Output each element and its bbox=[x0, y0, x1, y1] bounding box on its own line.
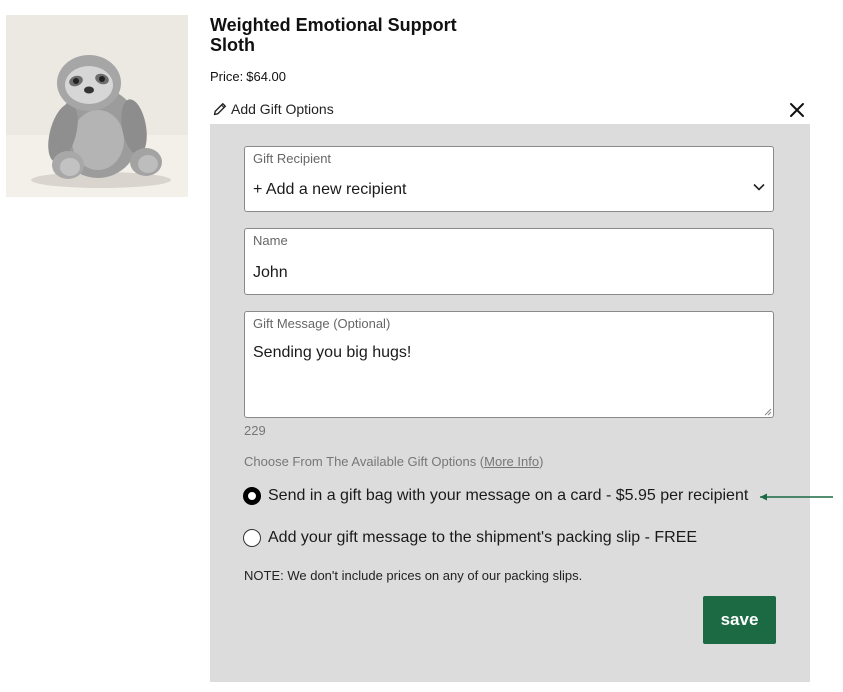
resize-handle-icon[interactable] bbox=[763, 407, 772, 416]
close-icon[interactable] bbox=[786, 99, 808, 121]
packing-slip-radio[interactable] bbox=[243, 529, 261, 547]
product-title: Weighted Emotional Support Sloth bbox=[210, 15, 457, 55]
add-gift-options-label: Add Gift Options bbox=[231, 101, 334, 117]
price-label: Price: bbox=[210, 69, 244, 84]
gift-message-textarea[interactable]: Gift Message (Optional) Sending you big … bbox=[244, 311, 774, 418]
gift-bag-radio[interactable] bbox=[243, 487, 261, 505]
product-price: Price: $64.00 bbox=[210, 69, 286, 84]
price-value: $64.00 bbox=[246, 69, 286, 84]
gift-options-heading-text: Choose From The Available Gift Options ( bbox=[244, 454, 485, 469]
name-field-value: John bbox=[253, 264, 288, 281]
gift-message-label: Gift Message (Optional) bbox=[253, 316, 391, 331]
gift-recipient-value: + Add a new recipient bbox=[253, 181, 407, 198]
gift-options-heading: Choose From The Available Gift Options (… bbox=[244, 454, 543, 469]
gift-bag-option-label: Send in a gift bag with your message on … bbox=[268, 487, 749, 504]
name-field[interactable]: Name John bbox=[244, 228, 774, 295]
add-gift-options-toggle[interactable]: Add Gift Options bbox=[212, 101, 334, 117]
gift-message-value: Sending you big hugs! bbox=[253, 344, 412, 361]
gift-recipient-label: Gift Recipient bbox=[253, 151, 332, 166]
message-char-counter: 229 bbox=[244, 423, 266, 438]
name-field-label: Name bbox=[253, 233, 288, 248]
save-button[interactable]: save bbox=[703, 596, 776, 644]
gift-options-heading-close: ) bbox=[539, 454, 544, 469]
gift-options-panel: Gift Recipient + Add a new recipient Nam… bbox=[210, 124, 810, 682]
more-info-link[interactable]: More Info bbox=[484, 454, 539, 469]
annotation-arrow-icon bbox=[760, 493, 833, 501]
packing-slip-note: NOTE: We don't include prices on any of … bbox=[244, 568, 583, 583]
product-image bbox=[6, 15, 188, 197]
chevron-down-icon bbox=[753, 183, 765, 191]
gift-option-gift-bag[interactable]: Send in a gift bag with your message on … bbox=[243, 487, 748, 505]
gift-recipient-select[interactable]: Gift Recipient + Add a new recipient bbox=[244, 146, 774, 212]
pencil-icon bbox=[213, 103, 226, 116]
packing-slip-option-label: Add your gift message to the shipment's … bbox=[268, 529, 698, 546]
gift-option-packing-slip[interactable]: Add your gift message to the shipment's … bbox=[243, 529, 697, 547]
